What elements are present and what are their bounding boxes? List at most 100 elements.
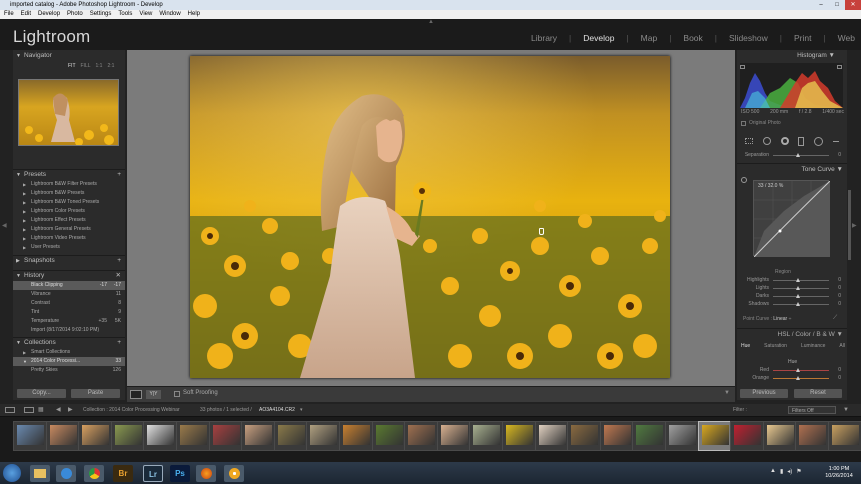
filmstrip-thumbnail[interactable]: [436, 421, 471, 451]
targeted-adjustment-icon[interactable]: [741, 177, 747, 183]
histogram-graph[interactable]: [740, 63, 843, 108]
internet-explorer-icon[interactable]: [56, 465, 76, 482]
windows-start-icon[interactable]: [3, 464, 21, 482]
red-eye-icon[interactable]: [780, 137, 789, 145]
collection-item[interactable]: ▶ Smart Collections: [13, 348, 125, 357]
history-item[interactable]: Import (8/17/2014 9:02:10 PM): [13, 326, 125, 335]
zoom-2-1[interactable]: 2:1: [107, 61, 114, 71]
red-hue-slider[interactable]: Red 0: [743, 366, 843, 374]
copy-button[interactable]: Copy...: [17, 389, 66, 398]
previous-button[interactable]: Previous: [740, 389, 788, 398]
highlights-slider[interactable]: Highlights 0: [743, 276, 843, 284]
collections-header[interactable]: ▼ Collections +: [13, 337, 125, 347]
filmstrip-thumbnail[interactable]: [697, 421, 732, 451]
history-item[interactable]: Contrast 8: [13, 299, 125, 308]
chrome-icon[interactable]: [84, 465, 104, 482]
preset-folder[interactable]: ▶ Lightroom B&W Filter Presets: [13, 180, 125, 189]
filmstrip-thumbnail[interactable]: [534, 421, 569, 451]
preset-folder[interactable]: ▶ User Presets: [13, 243, 125, 252]
filmstrip-thumbnail[interactable]: [599, 421, 634, 451]
point-curve-select[interactable]: Point Curve : Linear ÷: [743, 316, 791, 322]
preset-folder[interactable]: ▶ Lightroom Video Presets: [13, 234, 125, 243]
collapse-right-panel-icon[interactable]: ▶: [852, 222, 857, 229]
back-arrow-icon[interactable]: ◀: [56, 404, 61, 416]
right-panel-scrollbar[interactable]: [848, 190, 851, 260]
snapshots-header[interactable]: ▶ Snapshots +: [13, 255, 125, 265]
paste-button[interactable]: Paste: [71, 389, 120, 398]
history-item[interactable]: Tint 9: [13, 308, 125, 317]
hsl-tab-luminance[interactable]: Luminance: [801, 343, 825, 349]
tone-curve-header[interactable]: Tone Curve ▼: [737, 163, 847, 174]
crop-tool-icon[interactable]: [744, 138, 753, 144]
module-library[interactable]: Library: [531, 33, 557, 43]
menu-view[interactable]: View: [139, 10, 152, 19]
filmstrip-thumbnail[interactable]: [404, 421, 439, 451]
filmstrip-thumbnail[interactable]: [208, 421, 243, 451]
hsl-tab-hue[interactable]: Hue: [741, 343, 750, 349]
lights-slider[interactable]: Lights 0: [743, 284, 843, 292]
tone-curve-graph[interactable]: 33 / 32.0 %: [753, 180, 831, 258]
history-header[interactable]: ▼ History ✕: [13, 270, 125, 280]
grid-view-icon[interactable]: [24, 407, 34, 413]
history-item[interactable]: Temperature +35 5K: [13, 317, 125, 326]
menu-window[interactable]: Window: [159, 10, 180, 19]
filmstrip-thumbnail[interactable]: [469, 421, 504, 451]
filmstrip-thumbnail[interactable]: [45, 421, 80, 451]
reset-button[interactable]: Reset: [794, 389, 842, 398]
before-after-icon[interactable]: Y|Y: [146, 390, 161, 399]
history-item[interactable]: Vibrance 11: [13, 290, 125, 299]
filmstrip-thumbnail[interactable]: [371, 421, 406, 451]
filmstrip-thumbnail[interactable]: [241, 421, 276, 451]
history-item[interactable]: Black Clipping -17 -17: [13, 281, 125, 290]
original-photo-checkbox[interactable]: [741, 121, 746, 126]
separation-slider[interactable]: Separation 0: [743, 151, 843, 159]
menu-tools[interactable]: Tools: [118, 10, 132, 19]
filmstrip-collapse-icon[interactable]: ▼: [843, 404, 849, 416]
photoshop-icon[interactable]: Ps: [170, 465, 190, 482]
menu-develop[interactable]: Develop: [38, 10, 60, 19]
file-explorer-icon[interactable]: [30, 465, 50, 482]
orange-hue-slider[interactable]: Orange 0: [743, 374, 843, 382]
zoom-1-1[interactable]: 1:1: [96, 61, 103, 71]
minimize-button[interactable]: –: [813, 0, 829, 10]
lightroom-icon[interactable]: Lr: [143, 465, 163, 482]
collapse-left-panel-icon[interactable]: ◀: [2, 222, 7, 229]
grid-icon[interactable]: ▦: [38, 404, 44, 416]
filmstrip-thumbnail[interactable]: [730, 421, 765, 451]
loupe-view-icon[interactable]: [130, 390, 142, 399]
firefox-icon[interactable]: [196, 465, 216, 482]
network-icon[interactable]: ▮: [780, 468, 783, 475]
edit-point-curve-icon[interactable]: ⟋: [833, 315, 837, 322]
filmstrip-thumbnail[interactable]: [339, 421, 373, 451]
menu-help[interactable]: Help: [188, 10, 200, 19]
filmstrip-thumbnail[interactable]: [567, 421, 602, 451]
histogram-header[interactable]: Histogram ▼: [737, 51, 847, 61]
filmstrip-thumbnail[interactable]: [665, 421, 699, 451]
toolbar-menu-chevron-icon[interactable]: ▼: [724, 390, 730, 396]
filmstrip-thumbnail[interactable]: [13, 421, 47, 451]
module-print[interactable]: Print: [794, 33, 811, 43]
module-web[interactable]: Web: [838, 33, 855, 43]
hsl-header[interactable]: HSL / Color / B & W ▼: [737, 328, 847, 339]
darks-slider[interactable]: Darks 0: [743, 292, 843, 300]
filter-select[interactable]: Filters Off: [788, 406, 836, 414]
filmstrip-thumbnail[interactable]: [110, 421, 145, 451]
shadow-clipping-indicator[interactable]: [740, 65, 745, 69]
presets-header[interactable]: ▼ Presets +: [13, 169, 125, 179]
zoom-fill[interactable]: FILL: [81, 61, 91, 71]
module-map[interactable]: Map: [641, 33, 658, 43]
second-window-icon[interactable]: [5, 407, 15, 413]
selected-filename[interactable]: AO3A4104.CR2: [259, 404, 295, 416]
preset-folder[interactable]: ▶ Lightroom B&W Presets: [13, 189, 125, 198]
preset-folder[interactable]: ▶ Lightroom B&W Toned Presets: [13, 198, 125, 207]
shadows-slider[interactable]: Shadows 0: [743, 300, 843, 308]
forward-arrow-icon[interactable]: ▶: [68, 404, 73, 416]
filename-chevron-icon[interactable]: ▾: [300, 404, 303, 416]
preset-folder[interactable]: ▶ Lightroom General Presets: [13, 225, 125, 234]
filmstrip-thumbnail[interactable]: [762, 421, 797, 451]
close-button[interactable]: ✕: [845, 0, 861, 10]
menu-file[interactable]: File: [4, 10, 14, 19]
filmstrip-thumbnail[interactable]: [176, 421, 210, 451]
module-slideshow[interactable]: Slideshow: [729, 33, 768, 43]
filmstrip-thumbnail[interactable]: [273, 421, 308, 451]
